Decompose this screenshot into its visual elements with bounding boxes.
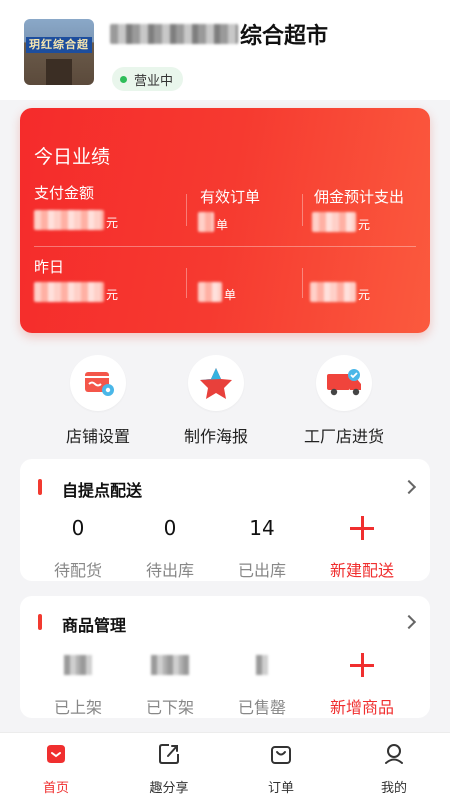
stat-sold-out[interactable]: 已售罄 <box>216 652 308 718</box>
stat-value: 0 <box>163 516 177 540</box>
stat-off-shelf[interactable]: 已下架 <box>124 652 216 718</box>
yesterday-amount-value: 元 <box>34 282 118 302</box>
divider <box>34 246 416 247</box>
tab-label: 订单 <box>267 781 294 796</box>
quick-action-label: 店铺设置 <box>65 427 130 446</box>
delivery-truck-icon <box>316 355 372 411</box>
stat-pending-allocation[interactable]: 0 待配货 <box>32 515 124 581</box>
tab-share[interactable]: 趣分享 <box>129 741 209 796</box>
commission-value: 元 <box>312 212 370 232</box>
status-dot-icon <box>120 75 127 83</box>
yesterday-label: 昨日 <box>34 258 65 276</box>
stat-label: 已上架 <box>53 698 102 717</box>
bottom-tab-bar: 首页 趣分享 订单 我的 <box>0 732 450 800</box>
goods-section-title: 商品管理 <box>62 616 127 635</box>
share-icon <box>156 741 182 767</box>
tab-label: 我的 <box>380 781 407 796</box>
stat-redacted <box>64 655 92 675</box>
commission-unit: 元 <box>358 218 371 232</box>
yesterday-orders-unit: 单 <box>224 288 237 302</box>
goods-management-section: 商品管理 已上架 已下架 已售罄 新增商品 <box>20 596 430 718</box>
yesterday-commission-redacted <box>310 282 356 302</box>
store-header: 玥红综合超 综合超市 营业中 <box>0 0 450 100</box>
pickup-delivery-section: 自提点配送 0 待配货 0 待出库 14 已出库 新建配送 <box>20 459 430 581</box>
store-name: 综合超市 <box>240 24 329 49</box>
valid-orders-value: 单 <box>198 212 228 232</box>
stat-label: 待配货 <box>53 561 102 580</box>
yesterday-commission-value: 元 <box>310 282 370 302</box>
tab-orders[interactable]: 订单 <box>241 741 321 796</box>
chevron-right-icon[interactable] <box>401 479 417 495</box>
valid-orders-unit: 单 <box>216 218 229 232</box>
store-name-row: 综合超市 <box>110 20 329 49</box>
stat-on-shelf[interactable]: 已上架 <box>32 652 124 718</box>
performance-title: 今日业绩 <box>34 146 111 168</box>
stat-shipped[interactable]: 14 已出库 <box>216 515 308 581</box>
tab-profile[interactable]: 我的 <box>354 741 434 796</box>
stat-redacted <box>256 655 268 675</box>
pickup-section-title: 自提点配送 <box>62 481 143 500</box>
new-delivery-label: 新建配送 <box>329 561 394 580</box>
store-name-redacted <box>110 24 238 44</box>
divider <box>302 194 303 226</box>
tab-label: 趣分享 <box>149 781 189 796</box>
yesterday-amount-unit: 元 <box>106 288 119 302</box>
chevron-right-icon[interactable] <box>401 614 417 630</box>
stat-label: 已出库 <box>237 561 286 580</box>
stat-value <box>32 652 124 678</box>
home-icon <box>43 741 69 767</box>
stat-value <box>124 652 216 678</box>
stat-pending-outbound[interactable]: 0 待出库 <box>124 515 216 581</box>
plus-icon <box>350 652 374 678</box>
section-marker <box>38 479 42 495</box>
store-photo-door <box>46 59 72 85</box>
status-text: 营业中 <box>134 73 174 89</box>
status-badge: 营业中 <box>112 67 184 91</box>
stat-label: 已售罄 <box>237 698 286 717</box>
store-photo[interactable]: 玥红综合超 <box>24 19 94 85</box>
quick-action-shop-settings[interactable]: 店铺设置 <box>43 355 153 447</box>
pay-amount-label: 支付金额 <box>34 184 95 202</box>
commission-label: 佣金预计支出 <box>314 188 405 206</box>
stat-label: 待出库 <box>145 561 194 580</box>
stat-redacted <box>151 655 189 675</box>
add-product-button[interactable]: 新增商品 <box>316 652 408 718</box>
add-product-label: 新增商品 <box>329 698 394 717</box>
new-delivery-button[interactable]: 新建配送 <box>316 515 408 581</box>
yesterday-orders-redacted <box>198 282 222 302</box>
pay-amount-unit: 元 <box>106 216 119 230</box>
stat-value <box>216 652 308 678</box>
pay-amount-redacted <box>34 210 104 230</box>
divider <box>302 268 303 298</box>
plus-icon <box>350 515 374 541</box>
profile-icon <box>381 741 407 767</box>
store-photo-sign: 玥红综合超 <box>26 37 92 53</box>
pay-amount-value: 元 <box>34 210 118 230</box>
yesterday-orders-value: 单 <box>198 282 236 302</box>
valid-orders-redacted <box>198 212 214 232</box>
section-marker <box>38 614 42 630</box>
yesterday-amount-redacted <box>34 282 104 302</box>
yesterday-commission-unit: 元 <box>358 288 371 302</box>
quick-action-label: 制作海报 <box>183 427 248 446</box>
quick-action-poster[interactable]: 制作海报 <box>161 355 271 447</box>
quick-action-label: 工厂店进货 <box>303 427 384 446</box>
stat-label: 已下架 <box>145 698 194 717</box>
poster-star-icon <box>188 355 244 411</box>
shop-settings-icon <box>70 355 126 411</box>
stat-value: 0 <box>71 516 85 540</box>
order-bag-icon <box>268 741 294 767</box>
valid-orders-label: 有效订单 <box>200 188 261 206</box>
tab-home[interactable]: 首页 <box>16 741 96 796</box>
today-performance-card[interactable]: 今日业绩 支付金额 元 有效订单 单 佣金预计支出 元 昨日 元 单 元 <box>20 108 430 333</box>
stat-value: 14 <box>249 516 275 540</box>
quick-action-factory-purchase[interactable]: 工厂店进货 <box>289 355 399 447</box>
commission-redacted <box>312 212 356 232</box>
divider <box>186 268 187 298</box>
tab-label: 首页 <box>42 781 69 796</box>
divider <box>186 194 187 226</box>
